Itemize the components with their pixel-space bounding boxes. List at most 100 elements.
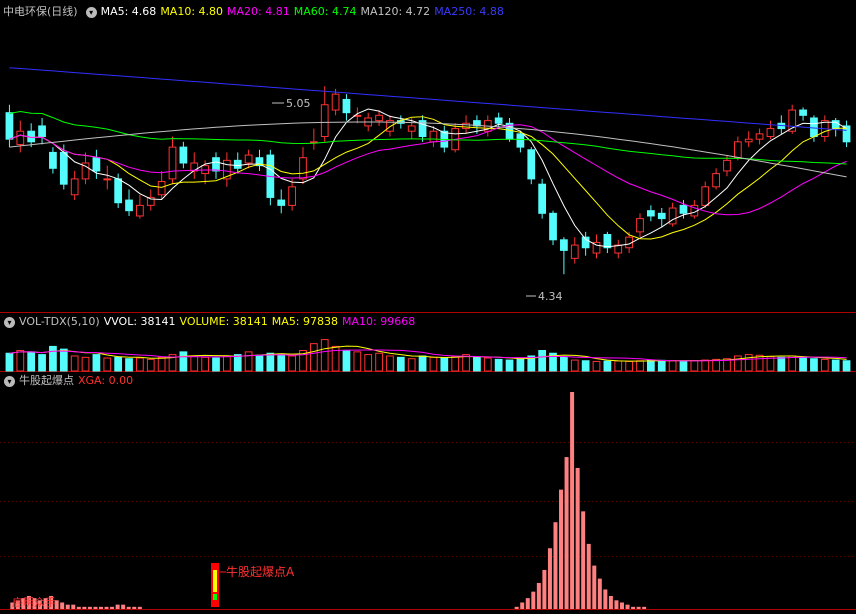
candle-body [244,154,253,164]
volume-bar [157,356,166,372]
signal-bar [121,604,126,609]
legend-vol-ma10: MA10: 99668 [342,315,416,328]
volume-bar [755,354,764,372]
volume-bar [92,354,101,372]
volume-bar [418,355,427,372]
signal-bar [636,606,641,609]
indicator-legend: ▾ 牛股起爆点 XGA: 0.00 [0,373,137,389]
signal-bar [82,606,87,609]
volume-bar [636,360,644,372]
signal-label: 牛股起爆点A [226,564,295,579]
signal-bar [642,606,647,609]
candle-body [549,212,557,241]
volume-bar [647,359,655,372]
volume-bar [777,356,786,372]
ma10-line [9,116,847,240]
volume-bar [309,343,318,372]
volume-bar [570,359,579,372]
signal-bar [126,606,131,609]
volume-bar [288,355,296,372]
candle-body [766,128,775,138]
volume-bar [212,357,220,372]
candle-body [277,199,286,206]
volume-bar [679,360,688,372]
low-price-label: 4.34 [538,290,563,303]
candle-body [331,93,340,111]
volume-bar [70,355,79,372]
signal-bar [132,606,137,609]
volume-bar [244,351,253,372]
signal-bar [553,522,558,609]
candle-body [603,234,612,249]
candle-body [212,157,220,172]
candle-body [701,186,710,206]
indicator-toggle-icon[interactable]: ▾ [4,375,15,387]
volume-bar [342,350,351,372]
volume-bar [494,358,503,372]
candle-body [299,157,307,180]
candle-body [799,109,807,116]
ma60-line [9,110,847,165]
volume-bar [146,358,155,372]
legend-vvol: VVOL: 38141 [103,315,176,328]
indicator-pane [10,392,647,609]
volume-bar [560,356,568,372]
signal-bar [137,606,142,609]
candle-body [744,138,753,143]
volume-pane [5,339,851,372]
ma250-line [9,67,847,131]
signal-bar [559,489,564,609]
candle-body [810,117,818,138]
volume-bar [831,359,840,372]
candle-body [125,199,133,212]
volume-bar [842,360,851,372]
signal-bar [525,598,530,609]
legend-ma60: MA60: 4.74 [293,5,357,18]
moving-average-lines [9,67,847,248]
signal-bar [564,457,569,609]
volume-bar [114,356,123,372]
candle-body [570,244,579,259]
signal-bar [536,582,541,609]
indicator-name: 牛股起爆点 [19,374,74,387]
legend-volume: VOLUME: 38141 [179,315,268,328]
volume-bar [38,354,46,372]
volume-bar [473,356,481,372]
candle-body [723,159,731,172]
candle-body [168,146,177,180]
signal-bar [531,591,536,609]
candle-body [157,181,166,196]
volume-bar [375,352,383,372]
volume-bar [538,350,547,372]
volume-bar [429,356,438,372]
volume-bar [266,352,275,372]
candle-body [375,114,383,122]
volume-toggle-icon[interactable]: ▾ [4,316,15,328]
signal-bar [87,606,92,609]
volume-bar [364,354,373,372]
legend-ma120: MA120: 4.72 [360,5,431,18]
candle-body [560,239,568,251]
volume-bar [451,356,460,372]
volume-legend: ▾ VOL-TDX(5,10) VVOL: 38141 VOLUME: 38141 MA… [0,314,419,330]
signal-bar [76,606,81,609]
volume-bar [625,360,633,372]
candle-body [429,130,438,143]
ma20-line [9,124,847,216]
volume-bar [125,358,133,372]
signal-bar [619,602,624,609]
candle-body [70,178,79,196]
legend-toggle-icon[interactable]: ▾ [85,6,97,18]
signal-bar [115,604,120,609]
candle-body [755,133,764,140]
signal-bar [614,600,619,609]
volume-bar [223,355,231,372]
signal-bar [570,392,575,609]
volume-bar [799,357,807,372]
signal-bar [71,604,76,609]
candle-body [712,173,720,188]
signal-bar [625,604,630,609]
candle-body [320,104,329,138]
volume-indicator-name: VOL-TDX(5,10) [19,315,100,328]
candle-body [179,146,188,164]
